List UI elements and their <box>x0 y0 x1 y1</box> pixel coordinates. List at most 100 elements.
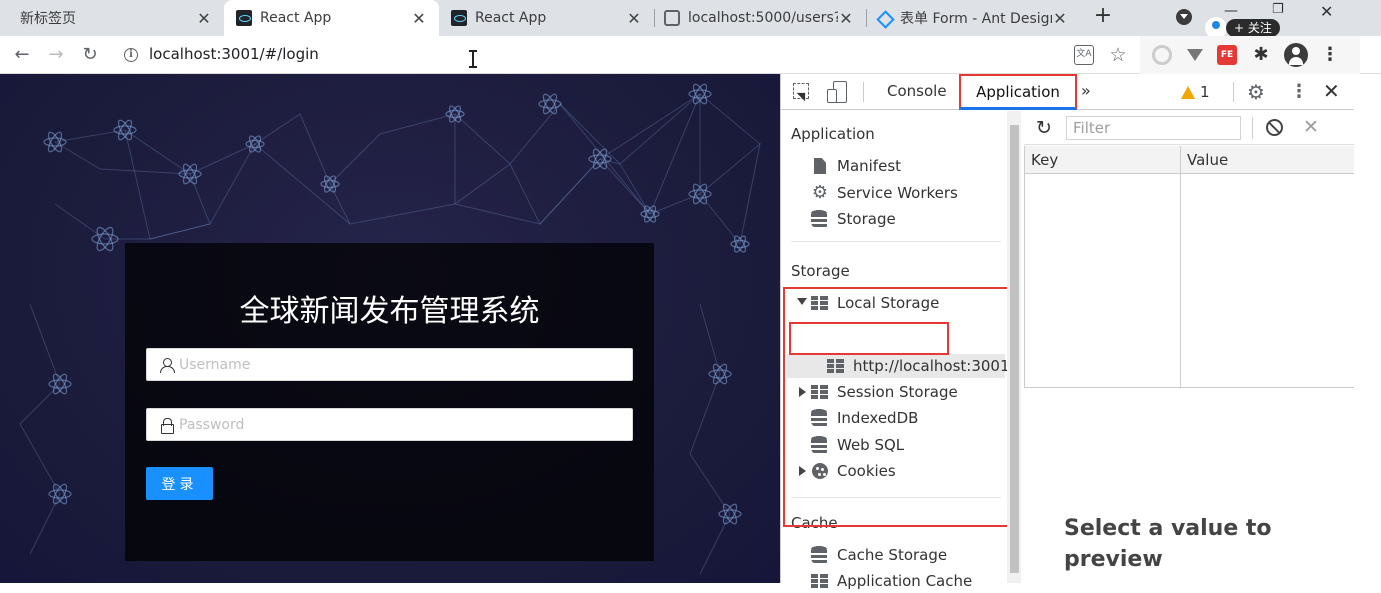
section-header-application: Application <box>791 125 875 143</box>
vue-devtools-icon[interactable] <box>1185 45 1205 65</box>
delete-selected-icon[interactable]: ✕ <box>1303 114 1319 140</box>
section-header-storage: Storage <box>791 262 850 280</box>
reload-icon[interactable]: ↻ <box>76 41 104 69</box>
browser-toolbar: ← → ↻ i localhost:3001/#/login 文A ☆ FE ✱… <box>0 36 1381 74</box>
username-field[interactable] <box>146 348 633 381</box>
sidebar-item-label: Storage <box>837 210 896 228</box>
database-icon <box>811 210 829 228</box>
devtools-close-icon[interactable]: ✕ <box>1323 79 1340 103</box>
tab-title: 新标签页 <box>20 11 76 27</box>
tab-application[interactable]: Application <box>959 74 1077 110</box>
new-tab-button[interactable]: + <box>1092 5 1114 27</box>
tab-close-icon[interactable]: ✕ <box>838 9 854 28</box>
sidebar-item-storage[interactable]: Storage <box>811 207 896 231</box>
toolbar-divider <box>863 82 864 102</box>
tab-title: React App <box>475 10 547 26</box>
manifest-file-icon <box>811 157 829 175</box>
tab-close-icon[interactable]: ✕ <box>1052 9 1068 28</box>
filter-input[interactable] <box>1066 116 1241 140</box>
browser-tab[interactable]: localhost:5000/users?_e ✕ <box>654 0 866 36</box>
extension-icon[interactable] <box>1152 45 1172 65</box>
password-field[interactable] <box>146 408 633 441</box>
device-toolbar-icon[interactable] <box>827 81 847 103</box>
column-header-key[interactable]: Key <box>1031 151 1058 169</box>
lock-icon <box>160 418 174 434</box>
warnings-count: 1 <box>1200 83 1210 101</box>
sidebar-item-label: Cache Storage <box>837 546 948 564</box>
sidebar-item-manifest[interactable]: Manifest <box>811 154 901 178</box>
page-viewport: 全球新闻发布管理系统 登录 <box>0 74 780 583</box>
profile-avatar-icon[interactable] <box>1284 43 1308 67</box>
table-grid-icon <box>811 572 829 590</box>
user-icon <box>160 358 175 373</box>
key-value-table: Key Value <box>1024 146 1355 388</box>
info-icon[interactable]: i <box>124 48 138 62</box>
toolbar-divider <box>1233 82 1234 102</box>
url-text[interactable]: localhost:3001/#/login <box>149 45 319 63</box>
settings-gear-icon[interactable]: ⚙ <box>1247 81 1265 103</box>
table-header: Key Value <box>1025 146 1354 174</box>
window-close-icon[interactable]: ✕ <box>1320 2 1333 21</box>
application-sidebar: Application Manifest ⚙ Service Workers S… <box>781 111 1021 590</box>
fe-helper-icon[interactable]: FE <box>1217 45 1237 65</box>
react-icon <box>451 10 467 26</box>
login-card: 全球新闻发布管理系统 登录 <box>125 243 654 561</box>
browser-tab-strip: 新标签页 ✕ React App ✕ React App ✕ localhost… <box>0 0 1381 40</box>
sidebar-scrollbar-thumb[interactable] <box>1010 125 1019 573</box>
devtools-toolbar: Console Application » 1 ⚙ ⋮ ✕ <box>781 74 1355 110</box>
window-edge <box>1354 74 1381 583</box>
sidebar-divider <box>791 241 1001 242</box>
globe-icon <box>664 10 680 26</box>
tab-search-icon[interactable] <box>1176 9 1192 25</box>
tab-console[interactable]: Console <box>877 74 957 110</box>
customize-menu-icon[interactable]: ⋮ <box>1290 81 1308 103</box>
clear-all-icon[interactable] <box>1266 119 1283 136</box>
back-arrow-icon[interactable]: ← <box>8 41 36 69</box>
inspect-element-icon[interactable] <box>793 83 811 101</box>
react-icon <box>236 10 252 26</box>
highlight-box-local-storage <box>789 322 949 355</box>
tab-title: localhost:5000/users?_e <box>688 10 838 26</box>
preview-placeholder: Select a value to preview <box>1064 516 1272 572</box>
bookmark-star-icon[interactable]: ☆ <box>1108 45 1128 65</box>
warnings-badge[interactable]: 1 <box>1181 82 1210 102</box>
login-button[interactable]: 登录 <box>146 467 213 500</box>
tab-title: React App <box>260 10 332 26</box>
tab-title: 表单 Form - Ant Design <box>900 11 1052 27</box>
sidebar-item-label: Manifest <box>837 157 902 175</box>
sidebar-item-label: Service Workers <box>837 184 958 202</box>
warning-icon <box>1181 85 1195 99</box>
toolbar-divider <box>1252 117 1253 139</box>
storage-view: ↻ ✕ Key Value Select a value to preview <box>1024 111 1355 583</box>
refresh-icon[interactable]: ↻ <box>1036 117 1052 139</box>
address-bar[interactable]: i localhost:3001/#/login <box>112 40 1142 70</box>
sidebar-item-service-workers[interactable]: ⚙ Service Workers <box>811 181 958 205</box>
more-tabs-icon[interactable]: » <box>1081 81 1091 100</box>
maximize-icon[interactable]: ❐ <box>1272 2 1284 17</box>
translate-icon[interactable]: 文A <box>1074 45 1094 65</box>
password-input[interactable] <box>179 414 619 436</box>
sidebar-item-cache-storage[interactable]: Cache Storage <box>811 543 947 567</box>
service-worker-gear-icon: ⚙ <box>811 182 829 203</box>
puzzle-icon[interactable]: ✱ <box>1251 45 1271 65</box>
follow-button[interactable]: + 关注 <box>1226 19 1280 37</box>
storage-toolbar: ↻ ✕ <box>1024 111 1355 145</box>
tab-close-icon[interactable]: ✕ <box>196 9 212 28</box>
browser-tab[interactable]: React App ✕ <box>439 0 654 36</box>
antd-icon <box>876 10 892 26</box>
browser-tab-active[interactable]: React App ✕ <box>224 0 439 36</box>
database-icon <box>811 546 829 564</box>
devtools-panel: Console Application » 1 ⚙ ⋮ ✕ Applicatio… <box>780 74 1355 590</box>
username-input[interactable] <box>179 354 619 376</box>
forward-arrow-icon[interactable]: → <box>42 41 70 69</box>
browser-tab[interactable]: 新标签页 ✕ <box>0 0 224 36</box>
sidebar-item-label: Application Cache <box>837 572 973 590</box>
column-header-value[interactable]: Value <box>1187 151 1228 169</box>
sidebar-item-application-cache[interactable]: Application Cache <box>811 569 972 593</box>
column-divider[interactable] <box>1180 146 1181 387</box>
tab-close-icon[interactable]: ✕ <box>411 9 427 28</box>
browser-tab[interactable]: 表单 Form - Ant Design ✕ <box>866 0 1080 36</box>
browser-menu-icon[interactable]: ⋮ <box>1320 45 1340 65</box>
tab-close-icon[interactable]: ✕ <box>626 9 642 28</box>
text-cursor-icon <box>469 50 477 68</box>
